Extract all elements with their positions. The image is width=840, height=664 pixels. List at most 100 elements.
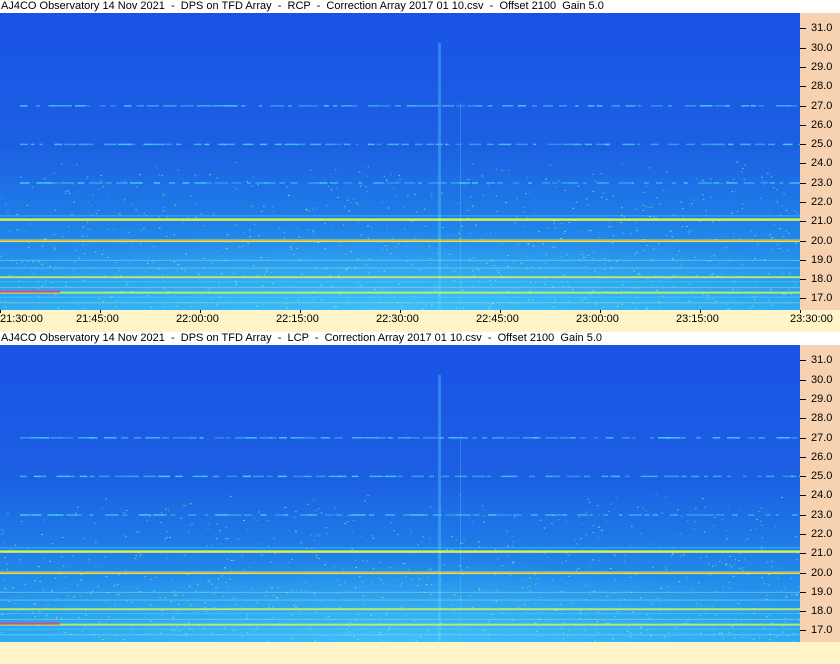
noise-speck [739,567,741,569]
noise-speck [211,263,214,265]
noise-speck [27,261,29,262]
noise-speck [388,207,390,209]
signal-dash [337,475,347,478]
noise-speck [594,270,596,272]
noise-speck [232,272,235,274]
signal-dash [136,105,145,107]
noise-speck [98,621,100,623]
freq-tick-label: 28.0 [811,412,833,425]
noise-speck [551,246,554,248]
signal-dash [204,514,208,516]
noise-speck [490,617,492,619]
noise-speck [393,530,396,532]
freq-tick [800,591,806,593]
signal-dash [298,105,307,107]
noise-speck [553,223,555,225]
noise-speck [612,195,614,197]
noise-speck [261,285,264,287]
noise-speck [409,639,411,641]
freq-tick [800,360,806,362]
noise-speck [205,611,208,612]
noise-speck [344,206,346,208]
noise-speck [343,569,345,571]
noise-speck [724,564,727,566]
noise-speck [10,548,13,550]
noise-speck [581,231,583,233]
noise-speck [230,303,232,305]
noise-speck [167,217,169,219]
noise-speck [117,584,119,586]
noise-speck [243,569,245,571]
noise-speck [781,250,783,252]
noise-speck [526,255,529,257]
noise-speck [20,521,23,522]
noise-speck [115,262,118,263]
noise-speck [55,616,58,618]
noise-speck [335,187,338,189]
freq-tick-label: 23.0 [811,508,833,521]
noise-speck [85,235,88,237]
noise-speck [702,199,705,201]
signal-dash [401,143,409,146]
noise-speck [2,541,5,543]
noise-speck [284,297,287,299]
signal-dash [176,143,182,146]
noise-speck [678,581,681,582]
noise-speck [494,548,497,550]
noise-speck [595,303,597,305]
noise-speck [357,203,359,205]
freq-tick [800,437,806,439]
noise-speck [420,635,422,637]
signal-dash [128,475,139,478]
noise-speck [372,537,375,539]
noise-speck [150,306,152,308]
signal-band-edge [0,547,800,549]
signal-dash [533,143,537,146]
signal-dash [680,437,686,439]
noise-speck [710,178,712,180]
noise-speck [770,237,773,239]
noise-speck [213,593,215,595]
signal-dash [387,437,393,439]
noise-speck [542,243,544,245]
noise-speck [725,303,728,305]
noise-speck [516,198,518,200]
signal-dash [455,143,462,146]
signal-dash [593,437,598,439]
freq-tick-label: 17.0 [811,624,833,637]
signal-dash [547,143,563,146]
noise-speck [30,223,32,225]
noise-speck [545,254,548,256]
noise-speck [591,246,593,248]
noise-speck [100,180,102,182]
noise-speck [540,290,542,292]
noise-speck [501,169,503,171]
noise-speck [585,534,588,536]
noise-speck [72,555,74,557]
noise-speck [97,585,99,587]
noise-speck [608,221,611,223]
noise-speck [600,173,603,174]
noise-speck [660,249,663,251]
noise-speck [1,197,3,199]
signal-dash [373,182,385,184]
noise-speck [378,632,381,634]
noise-speck [419,269,421,271]
noise-speck [384,245,387,247]
noise-speck [463,538,465,540]
noise-speck [82,244,84,246]
noise-speck [526,217,528,218]
faint-line [0,599,800,601]
signal-dash [158,475,170,478]
signal-dash [467,105,479,107]
signal-dash [335,514,343,516]
noise-speck [216,304,219,306]
noise-speck [398,243,400,245]
noise-speck [90,593,92,595]
signal-dash [448,437,459,439]
noise-speck [587,230,590,232]
signal-dash [743,475,747,478]
noise-speck [553,246,556,248]
noise-speck [268,603,270,605]
noise-speck [166,531,168,532]
